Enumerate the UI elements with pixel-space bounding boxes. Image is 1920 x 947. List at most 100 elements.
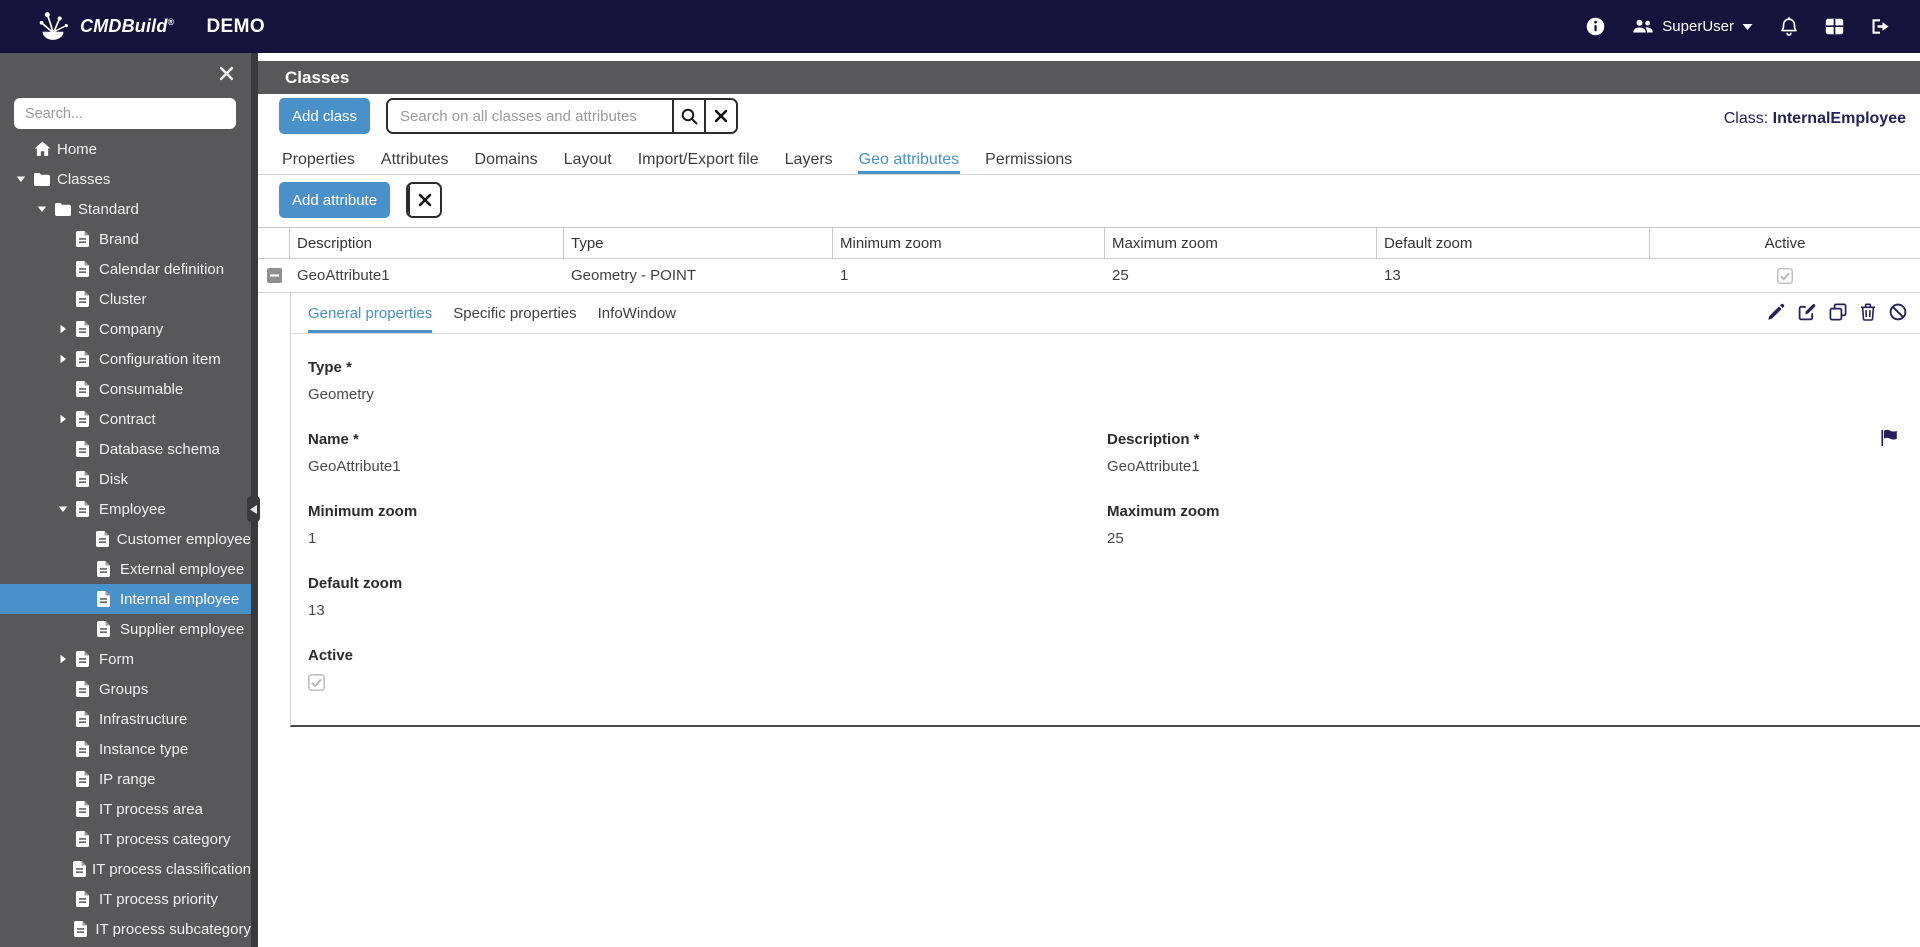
- sidebar-item-groups[interactable]: Groups: [0, 674, 251, 704]
- search-icon[interactable]: [672, 100, 705, 132]
- subtab-specific-properties[interactable]: Specific properties: [453, 305, 576, 333]
- sidebar-item-ip-range[interactable]: IP range: [0, 764, 251, 794]
- caret-right-icon[interactable]: [58, 324, 76, 334]
- subtab-general-properties[interactable]: General properties: [308, 305, 432, 333]
- sidebar-item-it-process-category[interactable]: IT process category: [0, 824, 251, 854]
- sidebar-item-consumable[interactable]: Consumable: [0, 374, 251, 404]
- tab-layout[interactable]: Layout: [563, 145, 613, 174]
- tab-permissions[interactable]: Permissions: [984, 145, 1073, 174]
- sidebar-item-label: Classes: [57, 170, 111, 188]
- sidebar-item-label: Calendar definition: [99, 260, 225, 278]
- document-icon: [76, 711, 98, 727]
- document-icon: [76, 741, 98, 757]
- grid-cell: 13: [1384, 267, 1401, 284]
- document-icon: [76, 831, 98, 847]
- pencil-icon[interactable]: [1767, 303, 1785, 321]
- sidebar-item-employee[interactable]: Employee: [0, 494, 251, 524]
- tab-geo-attributes[interactable]: Geo attributes: [858, 145, 961, 174]
- caret-down-icon[interactable]: [58, 504, 76, 514]
- subtab-infowindow[interactable]: InfoWindow: [598, 305, 676, 333]
- sidebar-item-supplier-employee[interactable]: Supplier employee: [0, 614, 251, 644]
- add-class-button[interactable]: Add class: [279, 98, 371, 134]
- sidebar-item-contract[interactable]: Contract: [0, 404, 251, 434]
- sidebar-item-it-process-classification[interactable]: IT process classification: [0, 854, 251, 884]
- document-icon: [76, 651, 98, 667]
- close-icon[interactable]: [219, 66, 234, 81]
- document-icon: [97, 591, 119, 607]
- column-header-active[interactable]: Active: [1650, 228, 1920, 258]
- sidebar-item-customer-employee[interactable]: Customer employee: [0, 524, 251, 554]
- caret-right-icon[interactable]: [58, 354, 76, 364]
- sidebar-item-it-process-priority[interactable]: IT process priority: [0, 884, 251, 914]
- sidebar-item-home[interactable]: Home: [0, 134, 251, 164]
- document-icon: [76, 381, 98, 397]
- checkbox-checked-icon: [1650, 267, 1920, 284]
- field-value: GeoAttribute1: [308, 458, 401, 475]
- caret-right-icon[interactable]: [58, 414, 76, 424]
- caret-down-icon[interactable]: [16, 174, 34, 184]
- table-icon[interactable]: [1825, 18, 1844, 35]
- caret-right-icon[interactable]: [58, 654, 76, 664]
- sidebar-search-input[interactable]: [14, 98, 236, 129]
- clear-icon[interactable]: [408, 184, 441, 216]
- document-icon: [76, 471, 98, 487]
- ban-icon[interactable]: [1889, 303, 1907, 321]
- clear-icon[interactable]: [704, 100, 737, 132]
- attribute-detail-panel: General properties Specific properties Inf…: [290, 293, 1920, 727]
- column-header-minimum-zoom[interactable]: Minimum zoom: [833, 228, 1105, 258]
- sidebar-item-infrastructure[interactable]: Infrastructure: [0, 704, 251, 734]
- sidebar-item-calendar-definition[interactable]: Calendar definition: [0, 254, 251, 284]
- sidebar-item-it-process-area[interactable]: IT process area: [0, 794, 251, 824]
- field-value: 25: [1107, 530, 1124, 547]
- sidebar-item-cluster[interactable]: Cluster: [0, 284, 251, 314]
- tab-domains[interactable]: Domains: [474, 145, 539, 174]
- tab-attributes[interactable]: Attributes: [380, 145, 450, 174]
- tab-properties[interactable]: Properties: [281, 145, 356, 174]
- sidebar-item-label: Infrastructure: [99, 710, 188, 728]
- column-header-description[interactable]: Description: [290, 228, 564, 258]
- caret-down-icon[interactable]: [37, 204, 55, 214]
- sidebar-item-company[interactable]: Company: [0, 314, 251, 344]
- document-icon: [72, 861, 91, 877]
- field-active: Active: [308, 647, 1107, 691]
- app-title: DEMO: [206, 15, 266, 37]
- sidebar-item-external-employee[interactable]: External employee: [0, 554, 251, 584]
- user-menu[interactable]: SuperUser: [1632, 18, 1753, 35]
- sidebar-item-disk[interactable]: Disk: [0, 464, 251, 494]
- field-maximum-zoom: Maximum zoom 25: [1107, 503, 1920, 548]
- classes-search-input[interactable]: [388, 100, 673, 132]
- edit-card-icon[interactable]: [1798, 303, 1816, 321]
- sidebar-item-instance-type[interactable]: Instance type: [0, 734, 251, 764]
- copy-icon[interactable]: [1829, 303, 1847, 321]
- info-icon[interactable]: [1586, 17, 1605, 36]
- column-header-default-zoom[interactable]: Default zoom: [1377, 228, 1650, 258]
- field-label: Default zoom: [308, 575, 403, 592]
- field-description: Description * GeoAttribute1: [1107, 431, 1920, 476]
- sidebar-item-label: Form: [99, 650, 134, 668]
- column-header-type[interactable]: Type: [564, 228, 833, 258]
- document-icon: [76, 891, 98, 907]
- sidebar-item-it-process-subcategory[interactable]: IT process subcategory: [0, 914, 251, 944]
- sidebar-item-form[interactable]: Form: [0, 644, 251, 674]
- minus-square-icon[interactable]: [258, 268, 290, 283]
- grid-row-geoattribute1[interactable]: GeoAttribute1 Geometry - POINT 1 25 13: [258, 259, 1920, 293]
- folder-icon: [34, 172, 56, 186]
- tab-import-export-file[interactable]: Import/Export file: [637, 145, 760, 174]
- sidebar-item-classes[interactable]: Classes: [0, 164, 251, 194]
- tab-layers[interactable]: Layers: [784, 145, 834, 174]
- bell-icon[interactable]: [1780, 16, 1798, 37]
- sidebar-item-brand[interactable]: Brand: [0, 224, 251, 254]
- sidebar-item-label: Home: [57, 140, 98, 158]
- sidebar-item-label: Contract: [99, 410, 156, 428]
- sidebar-item-database-schema[interactable]: Database schema: [0, 434, 251, 464]
- document-icon: [76, 441, 98, 457]
- add-attribute-button[interactable]: Add attribute: [279, 182, 391, 218]
- sidebar-item-internal-employee[interactable]: Internal employee: [0, 584, 251, 614]
- column-header-maximum-zoom[interactable]: Maximum zoom: [1105, 228, 1377, 258]
- flag-icon[interactable]: [1880, 429, 1899, 447]
- sign-out-icon[interactable]: [1871, 18, 1890, 35]
- trash-icon[interactable]: [1860, 303, 1876, 321]
- sidebar-item-standard[interactable]: Standard: [0, 194, 251, 224]
- sidebar-item-configuration-item[interactable]: Configuration item: [0, 344, 251, 374]
- resize-handle-icon[interactable]: [247, 496, 260, 522]
